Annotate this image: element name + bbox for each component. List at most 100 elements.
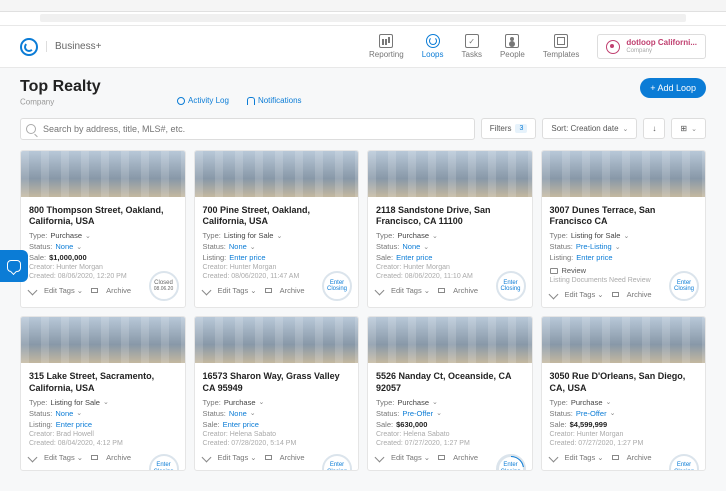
- edit-icon: [201, 452, 211, 462]
- edit-tags-link[interactable]: Edit Tags ⌄: [218, 453, 257, 462]
- status-value[interactable]: None: [402, 242, 420, 251]
- archive-link[interactable]: Archive: [280, 286, 305, 295]
- chevron-down-icon: ⌄: [250, 243, 256, 251]
- chevron-down-icon: ⌄: [76, 409, 82, 417]
- grid-icon: ⊞: [680, 124, 687, 133]
- logo-icon: [20, 38, 38, 56]
- top-navigation: Business+ Reporting Loops Tasks People T…: [0, 26, 726, 68]
- property-address: 3050 Rue D'Orleans, San Diego, CA, USA: [550, 371, 698, 394]
- archive-link[interactable]: Archive: [627, 290, 652, 299]
- archive-icon: [612, 455, 619, 460]
- download-button[interactable]: ↓: [643, 118, 665, 139]
- archive-link[interactable]: Archive: [453, 286, 478, 295]
- search-icon: [26, 124, 36, 134]
- nav-tasks[interactable]: Tasks: [462, 34, 482, 59]
- enter-price-link[interactable]: Enter price: [576, 253, 612, 262]
- sort-button[interactable]: Sort: Creation date⌄: [542, 118, 637, 139]
- chat-widget[interactable]: [0, 250, 28, 282]
- loop-card[interactable]: 800 Thompson Street, Oakland, California…: [20, 150, 186, 309]
- type-value[interactable]: Purchase: [397, 398, 429, 407]
- status-value[interactable]: None: [229, 242, 247, 251]
- archive-link[interactable]: Archive: [106, 286, 131, 295]
- archive-icon: [438, 455, 445, 460]
- status-value[interactable]: Pre-Offer: [402, 409, 433, 418]
- loop-card[interactable]: 2118 Sandstone Drive, San Francisco, CA …: [367, 150, 533, 309]
- edit-icon: [375, 286, 385, 296]
- edit-icon: [201, 286, 211, 296]
- created-line: Created: 07/27/2020, 1:27 PM: [376, 440, 524, 447]
- nav-loops[interactable]: Loops: [422, 34, 444, 59]
- view-toggle-button[interactable]: ⊞⌄: [671, 118, 706, 139]
- property-thumbnail: [542, 317, 706, 363]
- nav-people[interactable]: People: [500, 34, 525, 59]
- creator-line: Creator: Brad Howell: [29, 431, 177, 438]
- status-value[interactable]: None: [229, 409, 247, 418]
- edit-icon: [375, 452, 385, 462]
- loop-card[interactable]: 3007 Dunes Terrace, San Francisco CA Typ…: [541, 150, 707, 309]
- archive-icon: [612, 292, 619, 297]
- archive-icon: [91, 455, 98, 460]
- edit-tags-link[interactable]: Edit Tags ⌄: [391, 453, 430, 462]
- loop-card[interactable]: 5526 Nanday Ct, Oceanside, CA 92057 Type…: [367, 316, 533, 471]
- chevron-down-icon: ⌄: [610, 409, 616, 417]
- status-circle-enter[interactable]: EnterClosing: [496, 271, 526, 301]
- nav-reporting[interactable]: Reporting: [369, 34, 404, 59]
- loop-card[interactable]: 3050 Rue D'Orleans, San Diego, CA, USA T…: [541, 316, 707, 471]
- company-selector[interactable]: dotloop Californi... Company: [597, 34, 706, 59]
- loop-card[interactable]: 315 Lake Street, Sacramento, California,…: [20, 316, 186, 471]
- chevron-down-icon: ⌄: [623, 125, 629, 133]
- edit-icon: [28, 452, 38, 462]
- edit-tags-link[interactable]: Edit Tags ⌄: [218, 286, 257, 295]
- edit-tags-link[interactable]: Edit Tags ⌄: [44, 286, 83, 295]
- edit-icon: [548, 290, 558, 300]
- search-input[interactable]: [20, 118, 475, 140]
- property-address: 800 Thompson Street, Oakland, California…: [29, 205, 177, 228]
- status-value[interactable]: Pre-Listing: [576, 242, 612, 251]
- property-thumbnail: [542, 151, 706, 197]
- status-value[interactable]: Pre-Offer: [576, 409, 607, 418]
- notifications-link[interactable]: Notifications: [247, 96, 302, 105]
- edit-tags-link[interactable]: Edit Tags ⌄: [565, 290, 604, 299]
- type-value[interactable]: Listing for Sale: [224, 231, 274, 240]
- type-value[interactable]: Purchase: [571, 398, 603, 407]
- status-value[interactable]: None: [55, 242, 73, 251]
- property-address: 16573 Sharon Way, Grass Valley CA 95949: [203, 371, 351, 394]
- enter-price-link[interactable]: Enter price: [223, 420, 259, 429]
- main-nav: Reporting Loops Tasks People Templates: [369, 34, 579, 59]
- edit-tags-link[interactable]: Edit Tags ⌄: [391, 286, 430, 295]
- browser-address-bar: [0, 12, 726, 26]
- company-logo-icon: [606, 40, 620, 54]
- type-value[interactable]: Listing for Sale: [50, 398, 100, 407]
- type-value[interactable]: Purchase: [50, 231, 82, 240]
- loop-card[interactable]: 16573 Sharon Way, Grass Valley CA 95949 …: [194, 316, 360, 471]
- created-line: Created: 08/04/2020, 4:12 PM: [29, 440, 177, 447]
- property-address: 315 Lake Street, Sacramento, California,…: [29, 371, 177, 394]
- creator-line: Creator: Hunter Morgan: [203, 264, 351, 271]
- people-icon: [505, 34, 519, 48]
- download-icon: ↓: [652, 124, 656, 133]
- creator-line: Creator: Hunter Morgan: [550, 431, 698, 438]
- archive-link[interactable]: Archive: [627, 453, 652, 462]
- archive-link[interactable]: Archive: [453, 453, 478, 462]
- enter-price-link[interactable]: Enter price: [396, 253, 432, 262]
- edit-tags-link[interactable]: Edit Tags ⌄: [44, 453, 83, 462]
- edit-tags-link[interactable]: Edit Tags ⌄: [565, 453, 604, 462]
- type-value[interactable]: Purchase: [224, 398, 256, 407]
- chevron-down-icon: ⌄: [85, 232, 91, 240]
- loop-card[interactable]: 700 Pine Street, Oakland, California, US…: [194, 150, 360, 309]
- nav-templates[interactable]: Templates: [543, 34, 579, 59]
- property-thumbnail: [21, 151, 185, 197]
- status-value[interactable]: None: [55, 409, 73, 418]
- archive-link[interactable]: Archive: [280, 453, 305, 462]
- enter-price-link[interactable]: Enter price: [56, 420, 92, 429]
- activity-log-link[interactable]: Activity Log: [177, 96, 229, 105]
- chevron-down-icon: ⌄: [606, 398, 612, 406]
- filters-button[interactable]: Filters3: [481, 118, 537, 139]
- archive-link[interactable]: Archive: [106, 453, 131, 462]
- created-line: Created: 07/28/2020, 5:14 PM: [203, 440, 351, 447]
- property-address: 5526 Nanday Ct, Oceanside, CA 92057: [376, 371, 524, 394]
- type-value[interactable]: Purchase: [397, 231, 429, 240]
- enter-price-link[interactable]: Enter price: [229, 253, 265, 262]
- type-value[interactable]: Listing for Sale: [571, 231, 621, 240]
- add-loop-button[interactable]: + Add Loop: [640, 78, 706, 98]
